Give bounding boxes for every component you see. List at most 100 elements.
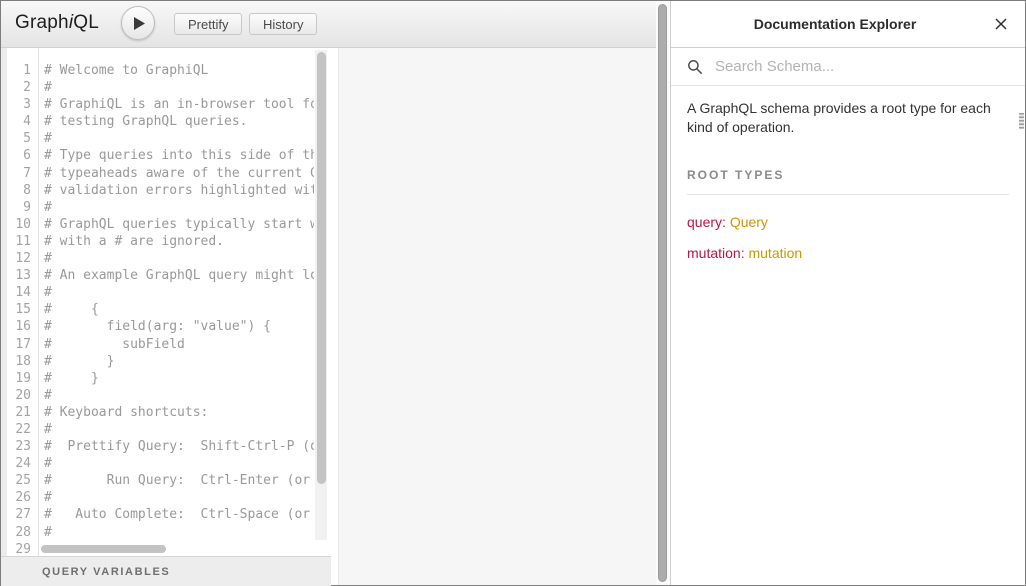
editor-line[interactable]: 14 #	[1, 284, 314, 301]
editor-line[interactable]: 11# with a # are ignored.	[1, 233, 314, 250]
prettify-button[interactable]: Prettify	[174, 13, 242, 35]
doc-explorer-title: Documentation Explorer	[754, 16, 917, 32]
editor-line[interactable]: 25# Run Query: Ctrl-Enter (or	[1, 472, 314, 489]
graphiql-logo: GraphiQL	[15, 12, 99, 34]
editor-line[interactable]: 10 # GraphQL queries typically start w	[1, 216, 314, 233]
editor-line[interactable]: 15# {	[1, 301, 314, 318]
editor-line[interactable]: 21# Keyboard shortcuts:	[1, 404, 314, 421]
code-text: #	[44, 250, 52, 267]
type-link[interactable]: Query	[730, 214, 768, 230]
line-number: 23	[1, 438, 39, 455]
root-type-row: query: Query	[687, 214, 1009, 230]
editor-line[interactable]: 28#	[1, 524, 314, 541]
type-link[interactable]: mutation	[748, 245, 802, 261]
line-number: 11	[1, 233, 39, 250]
editor-line[interactable]: 13# An example GraphQL query might lo	[1, 267, 314, 284]
editor-line[interactable]: 23# Prettify Query: Shift-Ctrl-P (o	[1, 438, 314, 455]
line-number: 15	[1, 301, 39, 318]
window-scrollbar[interactable]	[656, 1, 670, 585]
query-editor[interactable]: 1# Welcome to GraphiQL2#3# GraphiQL is a…	[1, 48, 331, 556]
toolbar: GraphiQL Prettify History	[1, 1, 656, 48]
line-number: 4	[1, 113, 39, 130]
window-scrollbar-thumb[interactable]	[658, 4, 667, 582]
history-button[interactable]: History	[249, 13, 317, 35]
line-number: 14	[1, 284, 39, 301]
code-text: #	[44, 130, 52, 147]
play-icon	[133, 16, 146, 31]
editor-line[interactable]: 20#	[1, 387, 314, 404]
code-text: # }	[44, 370, 99, 387]
line-number: 29	[1, 541, 39, 556]
result-pane	[338, 48, 656, 585]
editor-line[interactable]: 9#	[1, 199, 314, 216]
editor-line[interactable]: 7 # typeaheads aware of the current G	[1, 165, 314, 182]
line-number: 21	[1, 404, 39, 421]
editor-line[interactable]: 27# Auto Complete: Ctrl-Space (or	[1, 506, 314, 523]
close-icon	[994, 17, 1008, 31]
editor-line[interactable]: 22#	[1, 421, 314, 438]
code-text: #	[44, 455, 52, 472]
doc-explorer-body: A GraphQL schema provides a root type fo…	[671, 86, 1025, 261]
editor-line[interactable]: 12#	[1, 250, 314, 267]
line-number: 26	[1, 489, 39, 506]
code-text: # subField	[44, 336, 185, 353]
editor-line[interactable]: 4 # testing GraphQL queries.	[1, 113, 314, 130]
line-number: 5	[1, 130, 39, 147]
execute-query-button[interactable]	[121, 6, 155, 40]
query-variables-title: QUERY VARIABLES	[42, 566, 170, 578]
code-text: #	[44, 284, 52, 301]
code-text: #	[44, 79, 52, 96]
editor-line[interactable]: 1# Welcome to GraphiQL	[1, 62, 314, 79]
query-variables-bar[interactable]: QUERY VARIABLES	[1, 556, 331, 586]
editor-vertical-scrollbar[interactable]	[315, 50, 327, 540]
code-text: # An example GraphQL query might lo	[44, 267, 314, 284]
root-type-row: mutation: mutation	[687, 245, 1009, 261]
editor-code-area[interactable]: 1# Welcome to GraphiQL2#3# GraphiQL is a…	[1, 62, 314, 556]
editor-line[interactable]: 2#	[1, 79, 314, 96]
editor-line[interactable]: 26 #	[1, 489, 314, 506]
editor-line[interactable]: 8# validation errors highlighted wit	[1, 182, 314, 199]
code-text: #	[44, 489, 52, 506]
line-number: 28	[1, 524, 39, 541]
editor-line[interactable]: 6# Type queries into this side of th	[1, 147, 314, 164]
root-type-list: query: Query mutation: mutation	[687, 214, 1009, 261]
code-text: # typeaheads aware of the current G	[44, 165, 314, 182]
editor-line[interactable]: 19# }	[1, 370, 314, 387]
line-number: 8	[1, 182, 39, 199]
code-text: # GraphiQL is an in-browser tool fo	[44, 96, 314, 113]
editor-line[interactable]: 3 # GraphiQL is an in-browser tool fo	[1, 96, 314, 113]
line-number: 27	[1, 506, 39, 523]
editor-line[interactable]: 5#	[1, 130, 314, 147]
line-number: 22	[1, 421, 39, 438]
code-text: # Type queries into this side of th	[44, 147, 314, 164]
editor-line[interactable]: 18# }	[1, 353, 314, 370]
logo-text: Graph	[15, 12, 69, 33]
doc-explorer-close-button[interactable]	[992, 15, 1010, 33]
line-number: 17	[1, 336, 39, 353]
editor-line[interactable]: 17 # subField	[1, 336, 314, 353]
line-number: 20	[1, 387, 39, 404]
doc-panel-scrollbar-grip[interactable]	[1019, 113, 1024, 129]
line-number: 3	[1, 96, 39, 113]
schema-search-row	[671, 48, 1025, 86]
line-number: 9	[1, 199, 39, 216]
root-types-heading: ROOT TYPES	[687, 168, 1009, 195]
schema-search-input[interactable]	[713, 57, 1009, 76]
code-text: # testing GraphQL queries.	[44, 113, 248, 130]
editor-horizontal-scrollbar-thumb[interactable]	[41, 545, 166, 553]
logo-text-end: QL	[73, 12, 99, 33]
line-number: 2	[1, 79, 39, 96]
line-number: 24	[1, 455, 39, 472]
editor-vertical-scrollbar-thumb[interactable]	[317, 52, 326, 484]
documentation-explorer-panel: Documentation Explorer A GraphQL schema …	[670, 1, 1025, 585]
editor-line[interactable]: 24 #	[1, 455, 314, 472]
code-text: # field(arg: "value") {	[44, 318, 271, 335]
code-text: # GraphQL queries typically start w	[44, 216, 314, 233]
search-icon	[687, 59, 703, 75]
editor-line[interactable]: 16# field(arg: "value") {	[1, 318, 314, 335]
line-number: 7	[1, 165, 39, 182]
line-number: 10	[1, 216, 39, 233]
line-number: 1	[1, 62, 39, 79]
type-keyword: mutation:	[687, 245, 745, 261]
code-text: # }	[44, 353, 114, 370]
